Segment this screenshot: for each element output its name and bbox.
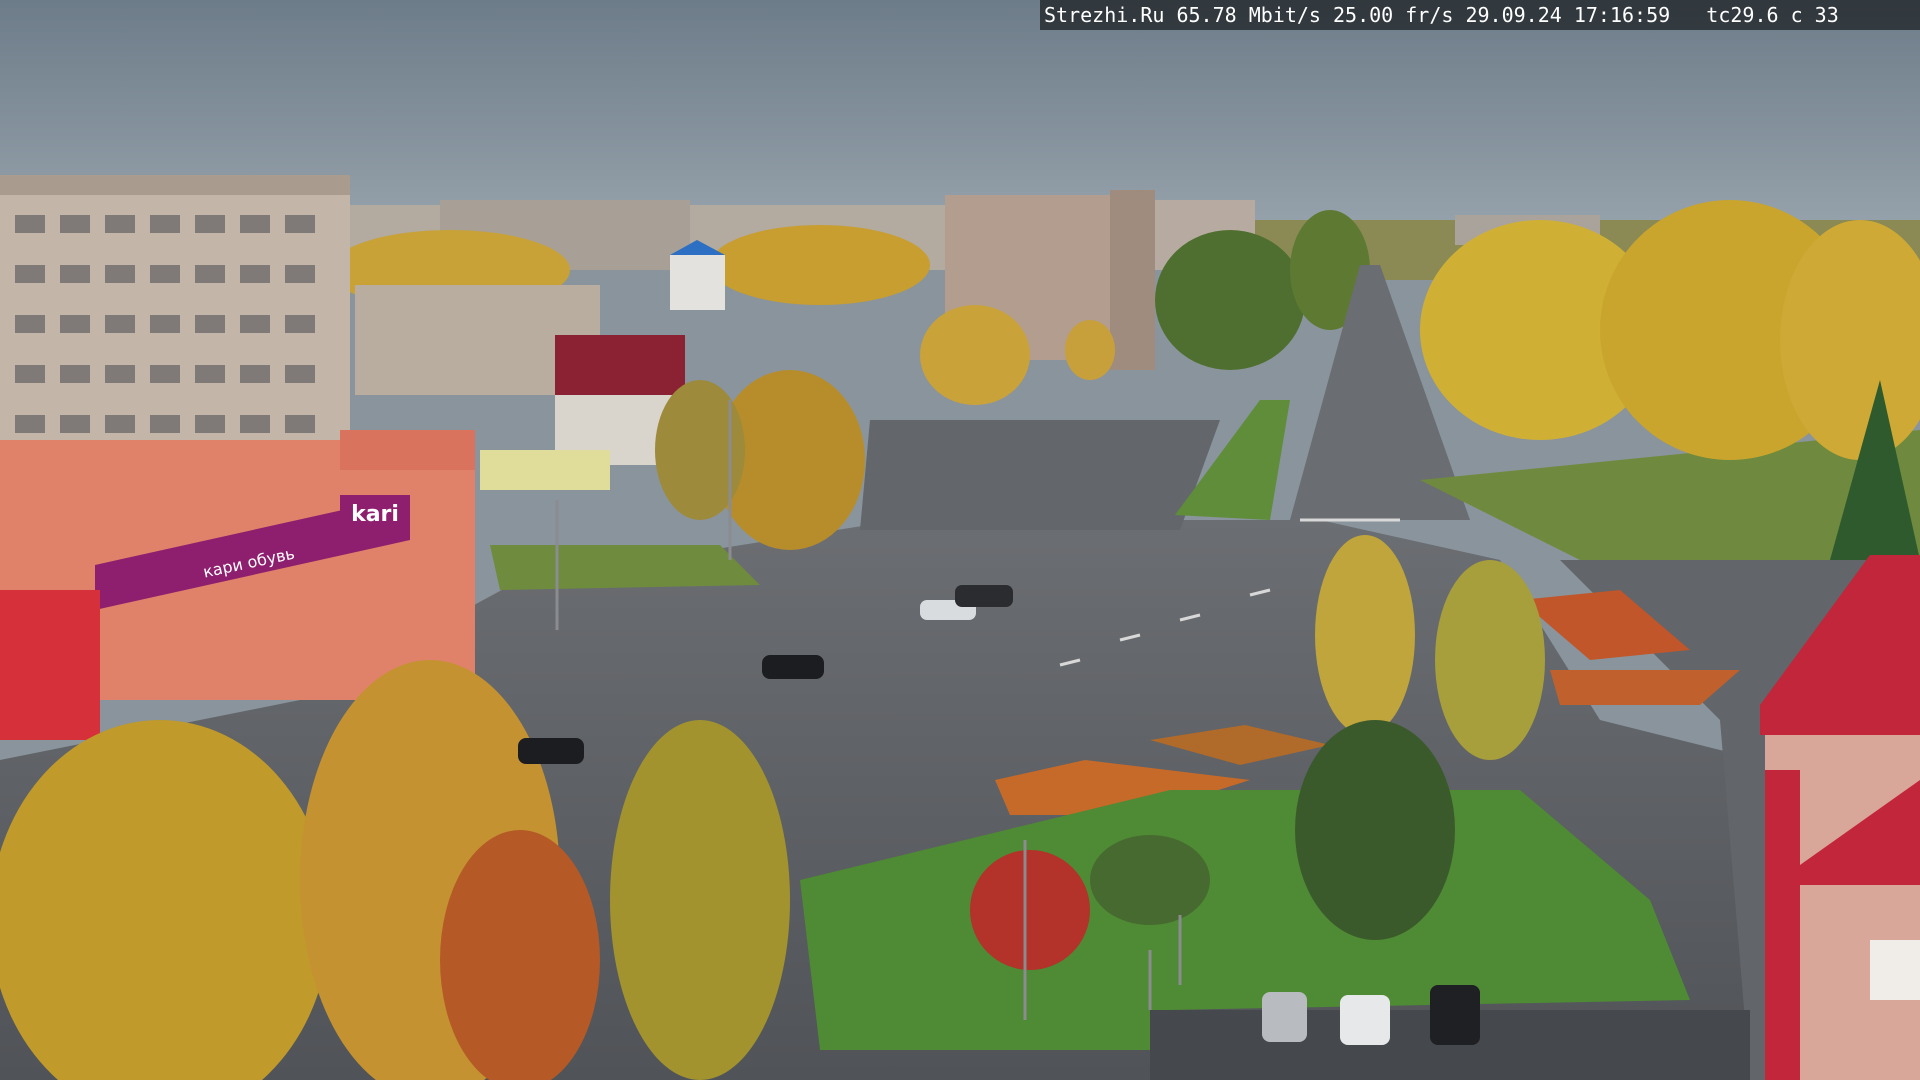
osd-date: 29.09.24 — [1465, 3, 1574, 27]
osd-temp: tc29.6 — [1706, 3, 1791, 27]
upper-plaza — [860, 420, 1220, 530]
osd-time: 17:16:59 — [1573, 3, 1683, 27]
plaza-lawn — [490, 545, 760, 590]
osd-site: Strezhi.Ru — [1044, 3, 1177, 27]
webcam-osd-overlay: Strezhi.Ru 65.78 Mbit/s 25.00 fr/s 29.09… — [1040, 0, 1920, 30]
osd-channel: c 33 — [1790, 3, 1839, 27]
osd-bitrate: 65.78 Mbit/s — [1176, 3, 1333, 27]
osd-framerate: 25.00 fr/s — [1333, 3, 1466, 27]
kari-logo-sign — [340, 495, 410, 530]
webcam-scene — [0, 0, 1920, 1080]
